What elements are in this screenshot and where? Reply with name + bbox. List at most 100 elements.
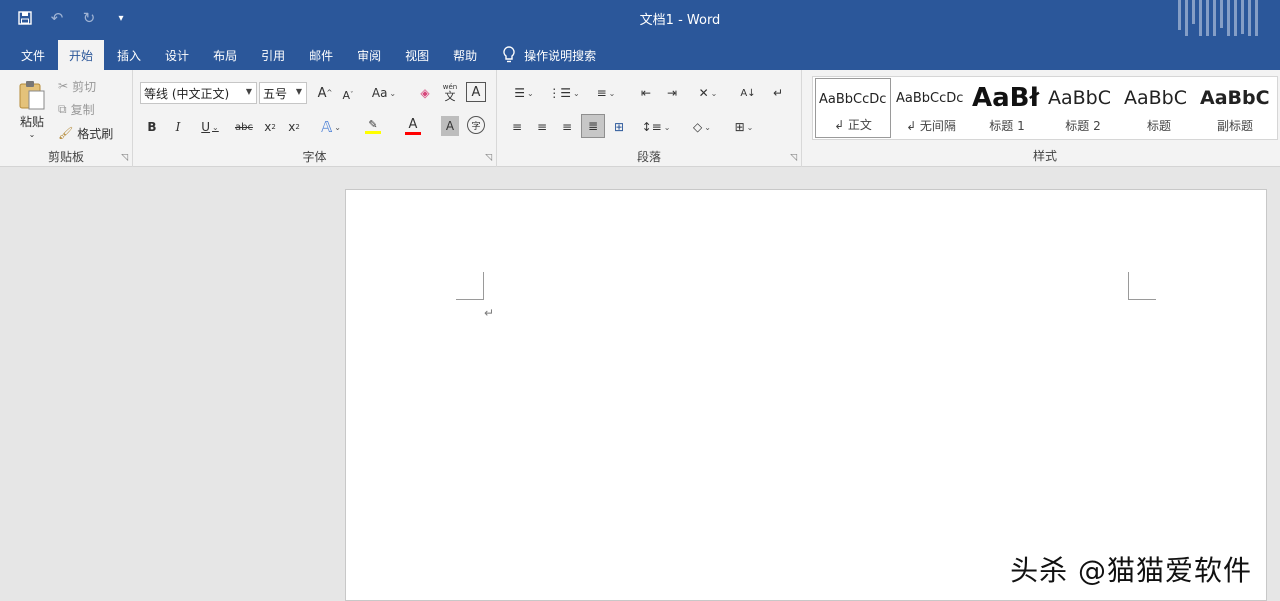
show-hide-marks-icon[interactable]: ↵ — [767, 82, 789, 104]
highlighter-icon: ✎ — [368, 118, 378, 131]
decrease-indent-icon[interactable]: ⇤ — [635, 82, 657, 104]
borders-icon[interactable]: ⊞ ⌄ — [727, 116, 761, 138]
underline-label: U — [201, 120, 211, 134]
numbering-icon[interactable]: ⋮☰ ⌄ — [547, 82, 581, 104]
chinese-layout-icon[interactable]: ✕ ⌄ — [691, 82, 725, 104]
watermark: 头杀 @猫猫爱软件 — [1010, 554, 1252, 587]
style-heading-2[interactable]: AaBbC 标题 2 — [1045, 78, 1121, 138]
cut-button[interactable]: ✂ 剪切 — [58, 76, 96, 96]
dialog-launcher-icon[interactable]: ◹ — [121, 153, 128, 163]
paste-icon — [19, 81, 45, 110]
underline-button[interactable]: U ⌄ — [194, 116, 226, 138]
copy-label: 复制 — [70, 102, 95, 117]
italic-button[interactable]: I — [169, 116, 187, 138]
margin-corner-left — [456, 272, 484, 300]
align-left-icon[interactable]: ≡ — [507, 116, 527, 138]
align-center-icon[interactable]: ≡ — [532, 116, 552, 138]
paste-button[interactable]: 粘贴 ⌄ — [12, 76, 52, 142]
character-border-button[interactable]: A — [466, 82, 486, 102]
text-effects-icon[interactable]: 𝔸 ⌄ — [315, 116, 347, 138]
font-color-label: A — [408, 117, 418, 132]
justify-icon[interactable]: ≣ — [581, 114, 605, 138]
tab-layout[interactable]: 布局 — [202, 40, 248, 70]
copy-icon: ⧉ — [58, 101, 67, 116]
tab-design[interactable]: 设计 — [154, 40, 200, 70]
style-subtitle[interactable]: AaBbC 副标题 — [1197, 78, 1273, 138]
style-no-spacing[interactable]: AaBbCcDc ↲ 无间隔 — [893, 78, 969, 138]
dialog-launcher-icon[interactable]: ◹ — [485, 153, 492, 163]
clear-formatting-icon[interactable]: ◈ — [414, 82, 436, 104]
paintbrush-icon: 🖌 — [58, 126, 74, 140]
style-preview: AaBbCcDc — [819, 91, 887, 107]
font-color-button[interactable]: A — [397, 114, 429, 138]
multilevel-list-icon[interactable]: ≡ ⌄ — [589, 82, 623, 104]
clipboard-group: 粘贴 ⌄ ✂ 剪切 ⧉ 复制 🖌 格式刷 剪贴板 ◹ — [0, 70, 133, 167]
document-page[interactable]: ↵ — [345, 189, 1267, 601]
highlight-color-swatch — [365, 131, 381, 134]
highlight-color-button[interactable]: ✎ — [355, 114, 391, 138]
distributed-icon[interactable]: ⊞ — [609, 116, 629, 138]
paragraph-group: ☰ ⌄ ⋮☰ ⌄ ≡ ⌄ ⇤ ⇥ ✕ ⌄ A↓ ↵ ≡ ≡ ≡ ≣ ⊞ ↕≡ ⌄ ◇ ⌄ ⊞… — [497, 70, 802, 167]
tab-file[interactable]: 文件 — [10, 40, 56, 70]
tab-references[interactable]: 引用 — [250, 40, 296, 70]
title-bar: ↶ ↻ ▾ 文档1 - Word — [0, 0, 1280, 50]
scissors-icon: ✂ — [58, 79, 69, 93]
tab-insert[interactable]: 插入 — [106, 40, 152, 70]
tell-me-search[interactable]: 操作说明搜索 — [502, 40, 596, 70]
font-group: 等线 (中文正文) ▼ 五号 ▼ A ^ Aˇ Aa ⌄ ◈ wén 文 A B I U… — [133, 70, 497, 167]
format-painter-button[interactable]: 🖌 格式刷 — [58, 123, 113, 143]
font-group-label: 字体 — [302, 150, 327, 164]
copy-button[interactable]: ⧉ 复制 — [58, 99, 95, 119]
shrink-font-button[interactable]: Aˇ — [338, 84, 358, 106]
ribbon-tabs: 文件 开始 插入 设计 布局 引用 邮件 审阅 视图 帮助 操作说明搜索 — [0, 36, 1280, 70]
align-right-icon[interactable]: ≡ — [557, 116, 577, 138]
styles-group-label: 样式 — [1032, 149, 1057, 163]
style-normal[interactable]: AaBbCcDc ↲ 正文 — [815, 78, 891, 138]
bold-label: B — [147, 120, 157, 134]
character-shading-button[interactable]: A — [441, 116, 459, 136]
margin-corner-right — [1128, 272, 1156, 300]
style-preview: AaBbCcDc — [896, 90, 964, 106]
font-name-select[interactable]: 等线 (中文正文) ▼ — [140, 82, 257, 104]
tab-help[interactable]: 帮助 — [442, 40, 488, 70]
style-title[interactable]: AaBbC 标题 — [1121, 78, 1197, 138]
style-name: ↲ 正文 — [834, 118, 872, 132]
bullets-icon[interactable]: ☰ ⌄ — [507, 82, 541, 104]
chevron-down-icon: ▼ — [245, 87, 252, 96]
grow-font-button[interactable]: A ^ — [315, 82, 335, 104]
font-size-select[interactable]: 五号 ▼ — [259, 82, 307, 104]
style-name: ↲ 无间隔 — [906, 119, 956, 133]
style-preview: AaBbC — [1200, 87, 1270, 109]
sort-icon[interactable]: A↓ — [737, 82, 759, 104]
strikethrough-button[interactable]: abc — [232, 116, 256, 138]
subscript-icon[interactable]: x2 — [261, 116, 279, 138]
shading-bucket-icon[interactable]: ◇ ⌄ — [685, 116, 719, 138]
dialog-launcher-icon[interactable]: ◹ — [790, 153, 797, 163]
format-painter-label: 格式刷 — [77, 126, 114, 141]
chevron-down-icon: ⌄ — [28, 130, 36, 139]
superscript-icon[interactable]: x2 — [285, 116, 303, 138]
enclose-characters-button[interactable]: 字 — [467, 116, 485, 134]
clipboard-group-label: 剪贴板 — [47, 150, 84, 164]
line-spacing-icon[interactable]: ↕≡ ⌄ — [639, 116, 673, 138]
style-name: 副标题 — [1216, 119, 1253, 133]
enclose-characters-label: 字 — [471, 121, 481, 132]
tab-view[interactable]: 视图 — [394, 40, 440, 70]
tab-mailings[interactable]: 邮件 — [298, 40, 344, 70]
lightbulb-icon — [503, 46, 515, 63]
chevron-down-icon: ▼ — [295, 87, 302, 96]
change-case-button[interactable]: Aa ⌄ — [368, 82, 400, 104]
change-case-label: Aa — [371, 86, 388, 100]
phonetic-guide-button[interactable]: wén 文 — [439, 79, 461, 105]
grow-font-label: A — [317, 85, 327, 101]
bold-button[interactable]: B — [143, 116, 161, 138]
tab-review[interactable]: 审阅 — [346, 40, 392, 70]
styles-gallery: AaBbCcDc ↲ 正文 AaBbCcDc ↲ 无间隔 AaBł 标题 1 A… — [812, 76, 1278, 140]
tab-home[interactable]: 开始 — [58, 40, 105, 70]
character-border-label: A — [471, 84, 481, 100]
window-title: 文档1 - Word — [639, 13, 721, 28]
paragraph-mark: ↵ — [484, 306, 495, 320]
style-heading-1[interactable]: AaBł 标题 1 — [969, 78, 1045, 138]
increase-indent-icon[interactable]: ⇥ — [661, 82, 683, 104]
strikethrough-label: abc — [235, 121, 253, 133]
